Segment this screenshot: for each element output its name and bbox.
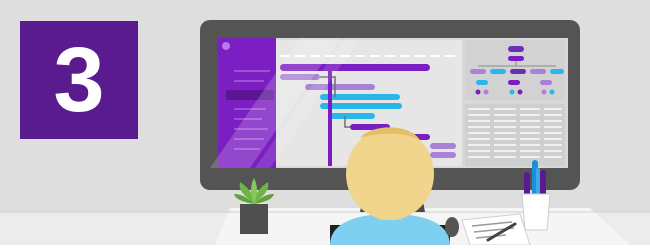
org-chart: [465, 40, 565, 100]
document-icon: [461, 213, 531, 246]
data-table: [465, 104, 565, 166]
plant-icon: [234, 178, 274, 234]
mouse-icon: [445, 217, 459, 237]
step-number: 3: [53, 29, 105, 131]
step-badge: 3: [20, 21, 138, 139]
illustration-scene: 3: [0, 0, 650, 246]
